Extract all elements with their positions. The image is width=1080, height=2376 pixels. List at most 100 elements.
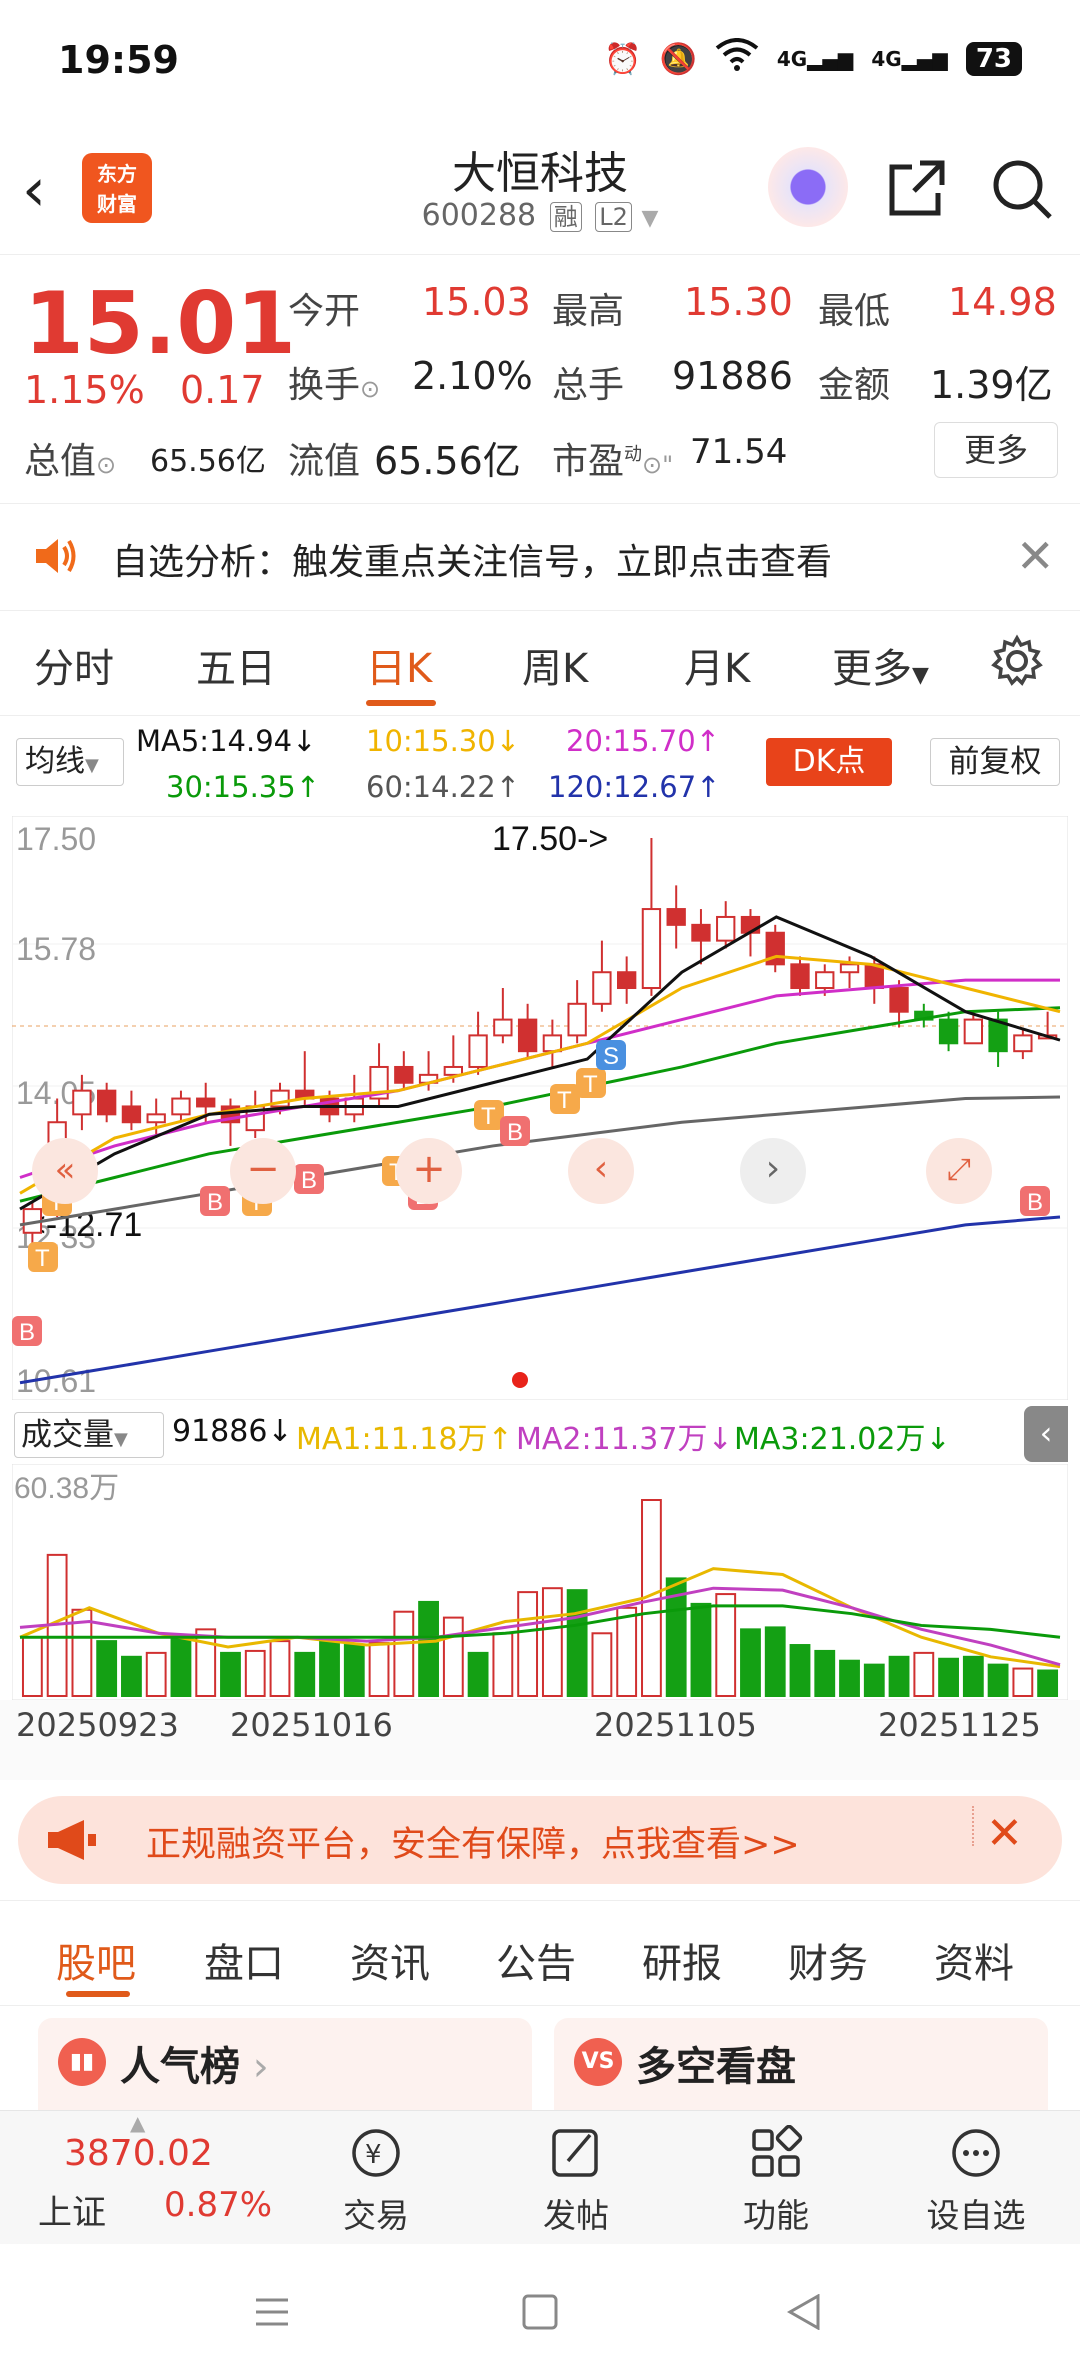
- zoom-in-icon[interactable]: +: [396, 1138, 462, 1204]
- candle-body: [815, 971, 835, 990]
- candle-body: [592, 971, 612, 1005]
- tab-research[interactable]: 研报: [642, 1931, 722, 1989]
- speaker-icon: [32, 533, 78, 583]
- collapse-panel-icon[interactable]: ‹: [1024, 1406, 1068, 1462]
- nav-function[interactable]: 功能: [706, 2124, 846, 2237]
- date-label-3: 20251105: [594, 1706, 757, 1744]
- info-icon: ⊙: [360, 375, 381, 403]
- volume-header: 成交量▼ 91886↓ MA1:11.18万↑ MA2:11.37万↓ MA3:…: [0, 1404, 1080, 1464]
- volume-bar: [145, 1651, 167, 1698]
- back-triangle-icon[interactable]: [784, 2293, 824, 2334]
- ma5-value: MA5:14.94↓: [136, 724, 317, 758]
- nav-add-watchlist[interactable]: 设自选: [906, 2125, 1046, 2237]
- ma120-value: 120:12.67↑: [548, 770, 721, 804]
- svg-text:B: B: [207, 1189, 223, 1216]
- signal-marker-s: S: [596, 1040, 626, 1070]
- next-icon[interactable]: ›: [740, 1138, 806, 1204]
- menu-icon[interactable]: [252, 2294, 292, 2334]
- volume-bar: [467, 1651, 489, 1698]
- popularity-card[interactable]: ▮▮ 人气榜 ›: [38, 2018, 532, 2110]
- candle-body: [443, 1065, 463, 1076]
- tab-announcement[interactable]: 公告: [496, 1931, 576, 1989]
- share-icon[interactable]: [884, 155, 950, 221]
- feature-cards: ▮▮ 人气榜 › VS 多空看盘: [0, 2006, 1080, 2110]
- volume-bar: [962, 1655, 984, 1698]
- more-quote-button[interactable]: 更多: [934, 422, 1058, 478]
- volume-bar: [121, 1655, 142, 1698]
- adjust-mode-button[interactable]: 前复权: [930, 738, 1060, 786]
- signal-marker-b: B: [500, 1116, 530, 1146]
- volume-bar: [418, 1600, 439, 1697]
- volume-label: 总手: [552, 365, 625, 406]
- tab-intraday[interactable]: 分时: [34, 636, 114, 694]
- tab-daily-k[interactable]: 日K: [366, 636, 432, 694]
- fullscreen-icon[interactable]: ⤢: [926, 1138, 992, 1204]
- battery-icon: 73: [965, 42, 1022, 76]
- volume-bar: [541, 1587, 563, 1697]
- volume-bar: [343, 1644, 365, 1697]
- tab-news[interactable]: 资讯: [350, 1931, 430, 1989]
- mute-icon: 🔕: [659, 41, 697, 77]
- grid-icon: [752, 2124, 803, 2177]
- close-icon[interactable]: ✕: [1016, 529, 1055, 583]
- ma-selector[interactable]: 均线▼: [16, 738, 124, 786]
- bull-bear-card[interactable]: VS 多空看盘: [554, 2018, 1048, 2110]
- svg-text:S: S: [603, 1043, 619, 1070]
- volume-bar: [21, 1636, 43, 1697]
- active-tab-underline: [66, 1991, 130, 1997]
- dk-point-button[interactable]: DK点: [766, 738, 892, 786]
- high-value: 15.30: [684, 280, 793, 324]
- index-value[interactable]: 3870.02: [64, 2133, 213, 2174]
- volume-value: 91886↓: [172, 1414, 293, 1449]
- home-icon[interactable]: [520, 2294, 560, 2334]
- tab-monthly-k[interactable]: 月K: [684, 636, 750, 694]
- stock-header: ‹ 东方 财富 大恒科技 600288 融 L2 ▼: [0, 125, 1080, 255]
- tab-pankou[interactable]: 盘口: [204, 1931, 284, 1989]
- float-cap-label: 流值: [288, 441, 361, 482]
- volume-bar: [1037, 1669, 1059, 1698]
- nav-post[interactable]: 发帖: [506, 2125, 646, 2237]
- notice-text: 自选分析：触发重点关注信号，立即点击查看: [112, 542, 833, 583]
- zoom-out-icon[interactable]: −: [230, 1138, 296, 1204]
- float-cap-value: 65.56亿: [374, 439, 521, 483]
- bottom-nav: ▲ 3870.02 上证 0.87% ¥ 交易 发帖 功能 设自选: [0, 2110, 1080, 2244]
- nav-trade[interactable]: ¥ 交易: [306, 2125, 446, 2237]
- gear-icon[interactable]: [990, 634, 1044, 692]
- status-bar: 19:59 ⏰ 🔕 4G▂▄▆ 4G▂▄▆ 73: [0, 0, 1080, 125]
- assistant-avatar-icon[interactable]: [768, 147, 848, 227]
- tab-weekly-k[interactable]: 周K: [522, 636, 588, 694]
- volume-bar: [492, 1632, 514, 1697]
- ma-legend-row: 均线▼ MA5:14.94↓ 10:15.30↓ 20:15.70↑ 30:15…: [0, 716, 1080, 816]
- scroll-start-icon[interactable]: «: [32, 1138, 98, 1204]
- prev-icon[interactable]: ‹: [568, 1138, 634, 1204]
- volume-bar: [740, 1628, 761, 1697]
- high-label: 最高: [552, 291, 625, 332]
- date-label-1: 20250923: [16, 1706, 179, 1744]
- kline-svg: 17.50 15.78 14.05 12.33 10.61 17.50-> <-…: [11, 815, 1069, 1401]
- tab-profile[interactable]: 资料: [934, 1931, 1014, 1989]
- close-icon[interactable]: ✕: [986, 1808, 1023, 1859]
- open-value: 15.03: [422, 280, 531, 324]
- volume-bar: [220, 1651, 241, 1698]
- candle-body: [542, 1034, 563, 1053]
- svg-text:T: T: [481, 1103, 496, 1130]
- volume-selector[interactable]: 成交量▼: [14, 1412, 164, 1458]
- search-icon[interactable]: [988, 155, 1054, 221]
- y-label-2: 15.78: [16, 931, 96, 967]
- status-icons: ⏰ 🔕 4G▂▄▆ 4G▂▄▆ 73: [604, 38, 1022, 80]
- dropdown-triangle-icon: ▼: [641, 206, 659, 231]
- svg-text:B: B: [1027, 1189, 1043, 1216]
- financing-promo-banner[interactable]: 正规融资平台，安全有保障，点我查看>> ✕: [18, 1796, 1062, 1884]
- tab-more[interactable]: 更多▼: [832, 636, 929, 694]
- chart-period-tabs: 分时 五日 日K 周K 月K 更多▼: [0, 612, 1080, 716]
- ma20-value: 20:15.70↑: [566, 724, 720, 758]
- tab-guba[interactable]: 股吧: [56, 1931, 136, 1989]
- signal-notice-bar[interactable]: 自选分析：触发重点关注信号，立即点击查看 ✕: [0, 505, 1080, 611]
- last-price: 15.01: [24, 274, 297, 374]
- tab-five-day[interactable]: 五日: [196, 636, 276, 694]
- pe-value: 71.54: [690, 432, 788, 472]
- change-percent: 1.15%: [24, 368, 145, 412]
- amount-value: 1.39亿: [930, 363, 1053, 407]
- kline-chart[interactable]: 17.50 15.78 14.05 12.33 10.61 17.50-> <-…: [11, 815, 1069, 1401]
- tab-finance[interactable]: 财务: [788, 1931, 868, 1989]
